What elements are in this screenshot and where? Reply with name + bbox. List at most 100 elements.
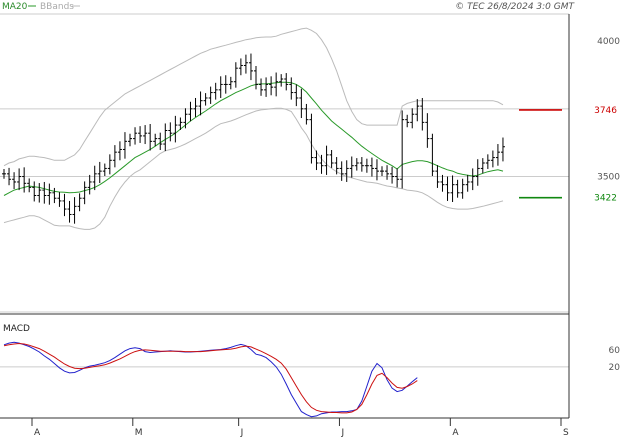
price-bar <box>470 168 475 191</box>
price-bar <box>163 123 168 152</box>
price-bar <box>238 58 243 76</box>
price-bar <box>415 99 420 122</box>
price-bar <box>390 166 395 184</box>
chart-frame <box>0 14 570 419</box>
price-bar <box>445 176 450 201</box>
legend-ma20: MA20 <box>2 2 28 12</box>
price-bar <box>67 200 72 223</box>
price-bar <box>349 156 354 178</box>
price-bar <box>274 72 279 97</box>
price-bar <box>213 82 218 100</box>
price-bar <box>143 125 148 145</box>
price-bar <box>22 167 27 193</box>
price-bar <box>107 154 112 175</box>
price-bar <box>133 127 138 145</box>
price-bar <box>193 97 198 117</box>
price-bar <box>410 108 415 129</box>
price-bar <box>284 73 289 91</box>
price-bar <box>168 122 173 142</box>
price-bar <box>42 181 47 204</box>
price-bar <box>480 158 485 174</box>
price-bar <box>148 123 153 151</box>
price-bar <box>299 88 304 119</box>
price-bars <box>2 53 505 224</box>
price-bar <box>279 74 284 87</box>
price-bar <box>405 114 410 128</box>
stock-chart: 4000 3500 60 20 3746 3422 A M J J A S MA20 BBands ©… <box>0 2 621 438</box>
bband-lower <box>3 107 504 230</box>
price-bar <box>117 141 122 161</box>
price-bar <box>223 75 228 94</box>
price-bar <box>309 113 314 164</box>
price-bar <box>188 101 193 122</box>
price-bar <box>395 168 400 188</box>
price-bar <box>385 165 390 180</box>
price-bar <box>82 181 87 205</box>
bollinger-bands <box>3 27 504 230</box>
price-bar <box>57 192 62 207</box>
price-bar <box>17 168 22 191</box>
price-bar <box>2 168 6 179</box>
month-label: M <box>135 428 143 438</box>
price-bar <box>344 160 349 182</box>
price-bar <box>77 193 82 212</box>
price-bar <box>208 86 213 104</box>
month-label: S <box>563 428 569 438</box>
price-bar <box>138 126 143 143</box>
price-bar <box>87 174 92 195</box>
price-bar <box>12 172 17 190</box>
price-levels <box>519 109 562 199</box>
price-bar <box>475 159 480 186</box>
macd-tick-label: 60 <box>609 346 621 356</box>
macd-tick-label: 20 <box>609 363 621 373</box>
price-bar <box>269 76 274 96</box>
price-bar <box>354 158 359 171</box>
price-bar <box>455 179 460 198</box>
price-bar <box>460 178 465 199</box>
macd-line <box>3 341 418 418</box>
month-label: A <box>452 428 459 438</box>
price-bar <box>264 77 269 97</box>
price-bar <box>62 193 67 217</box>
price-bar <box>500 137 505 162</box>
month-label: J <box>240 428 244 438</box>
macd-panel <box>3 341 418 418</box>
month-label: A <box>34 428 41 438</box>
price-bar <box>254 66 258 90</box>
price-bar <box>97 161 102 184</box>
price-bar <box>128 133 132 147</box>
price-bar <box>430 133 435 177</box>
price-bar <box>380 166 384 177</box>
price-bar <box>374 159 379 181</box>
bband-upper <box>3 27 504 167</box>
signal-line <box>3 342 418 414</box>
price-bar <box>490 150 495 168</box>
price-bar <box>425 113 430 148</box>
price-bar <box>72 197 77 224</box>
price-bar <box>47 183 52 205</box>
price-bar <box>339 161 344 181</box>
price-bar <box>203 93 208 106</box>
price-bar <box>364 158 369 173</box>
legend-bbands: BBands <box>40 2 74 12</box>
price-bar <box>369 157 374 177</box>
price-tick-label: 3500 <box>597 173 620 183</box>
price-bar <box>495 144 500 166</box>
price-bar <box>198 91 203 116</box>
price-bar <box>324 145 329 175</box>
price-bar <box>218 76 223 98</box>
price-tick-label: 4000 <box>597 37 620 47</box>
price-bar <box>465 174 470 192</box>
month-label: J <box>340 428 344 438</box>
price-bar <box>289 77 294 100</box>
price-bar <box>334 157 339 175</box>
price-bar <box>32 181 37 202</box>
price-bar <box>27 178 32 193</box>
macd-title: MACD <box>3 324 30 334</box>
copyright-notice: © TEC 26/8/2024 3:0 GMT <box>455 2 575 12</box>
price-bar <box>440 174 445 192</box>
price-bar <box>153 133 158 147</box>
resistance-label: 3746 <box>594 106 617 116</box>
price-bar <box>52 187 57 204</box>
price-bar <box>37 183 42 203</box>
